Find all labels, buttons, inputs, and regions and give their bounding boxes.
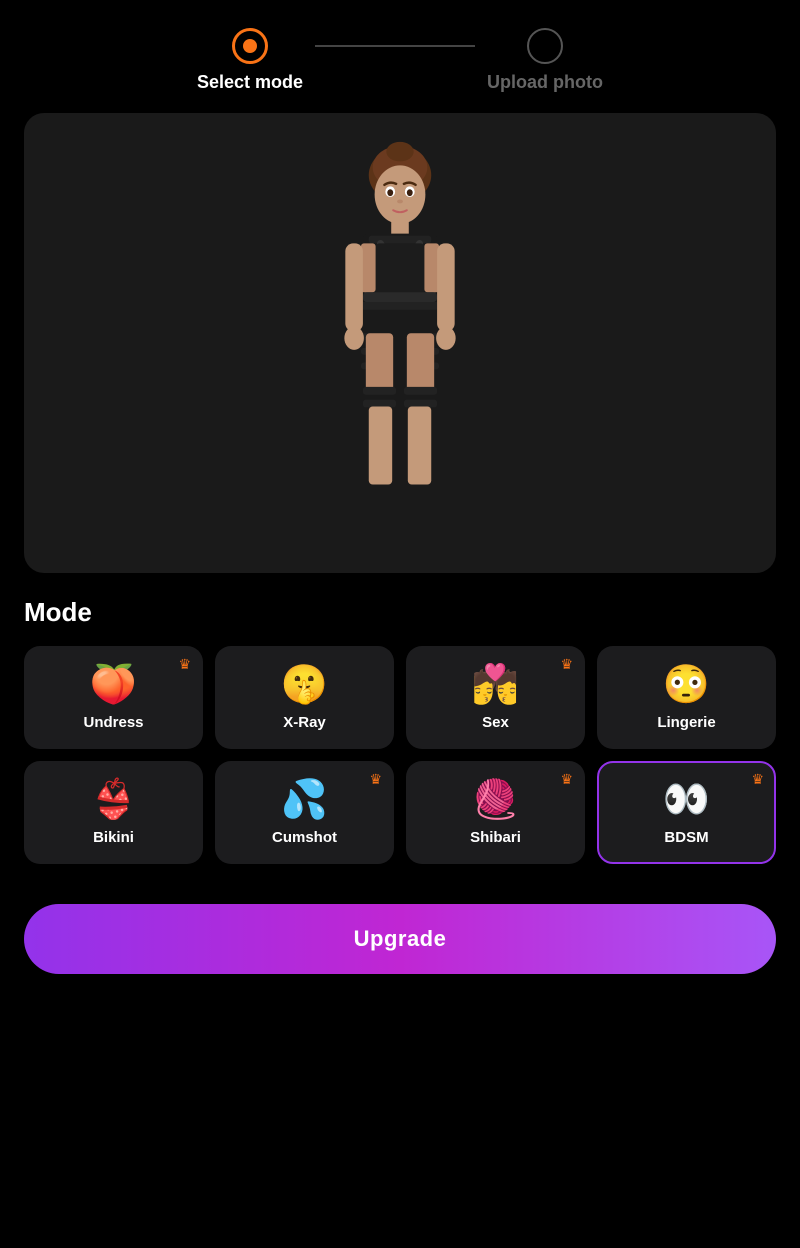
nav-label-1: Select mode [197, 72, 303, 93]
crown-icon: ♛ [178, 656, 191, 673]
crown-icon: ♛ [560, 771, 573, 788]
mode-card-bdsm[interactable]: ♛ 👀 BDSM [597, 761, 776, 864]
mode-label-shibari: Shibari [470, 829, 521, 846]
mode-label-cumshot: Cumshot [272, 829, 337, 846]
mode-label-bikini: Bikini [93, 829, 134, 846]
mode-card-cumshot[interactable]: ♛ 💦 Cumshot [215, 761, 394, 864]
mode-emoji-xray: 🤫 [281, 666, 328, 704]
nav-circle-1 [232, 28, 268, 64]
mode-card-sex[interactable]: ♛ 💏 Sex [406, 646, 585, 749]
mode-emoji-cumshot: 💦 [281, 781, 328, 819]
crown-icon: ♛ [369, 771, 382, 788]
nav-step-2[interactable]: Upload photo [487, 28, 603, 93]
mode-section: Mode ♛ 🍑 Undress 🤫 X-Ray ♛ 💏 Sex 😳 Lingerie 👙 Bikin… [0, 597, 800, 864]
mode-card-lingerie[interactable]: 😳 Lingerie [597, 646, 776, 749]
mode-card-xray[interactable]: 🤫 X-Ray [215, 646, 394, 749]
mode-emoji-undress: 🍑 [90, 666, 137, 704]
nav-label-2: Upload photo [487, 72, 603, 93]
mode-emoji-sex: 💏 [472, 666, 519, 704]
mode-grid-row1: ♛ 🍑 Undress 🤫 X-Ray ♛ 💏 Sex 😳 Lingerie 👙 Bikini ♛ 💦 Cu… [24, 646, 776, 864]
mode-title: Mode [24, 597, 776, 628]
mode-label-sex: Sex [482, 714, 509, 731]
mode-emoji-bikini: 👙 [90, 781, 137, 819]
mode-card-undress[interactable]: ♛ 🍑 Undress [24, 646, 203, 749]
top-navigation: Select mode Upload photo [0, 0, 800, 113]
mode-emoji-lingerie: 😳 [663, 666, 710, 704]
mode-label-xray: X-Ray [283, 714, 326, 731]
mode-label-lingerie: Lingerie [657, 714, 715, 731]
upgrade-button[interactable]: Upgrade [24, 904, 776, 974]
mode-label-undress: Undress [83, 714, 143, 731]
mode-card-bikini[interactable]: 👙 Bikini [24, 761, 203, 864]
mode-card-shibari[interactable]: ♛ 🧶 Shibari [406, 761, 585, 864]
mode-emoji-bdsm: 👀 [663, 781, 710, 819]
preview-container [24, 113, 776, 573]
nav-circle-2 [527, 28, 563, 64]
nav-step-1[interactable]: Select mode [197, 28, 303, 93]
preview-figure [290, 133, 510, 553]
nav-connector-line [315, 45, 475, 47]
crown-icon: ♛ [751, 771, 764, 788]
crown-icon: ♛ [560, 656, 573, 673]
mode-label-bdsm: BDSM [664, 829, 708, 846]
figure-illustration [300, 138, 500, 548]
mode-emoji-shibari: 🧶 [472, 781, 519, 819]
